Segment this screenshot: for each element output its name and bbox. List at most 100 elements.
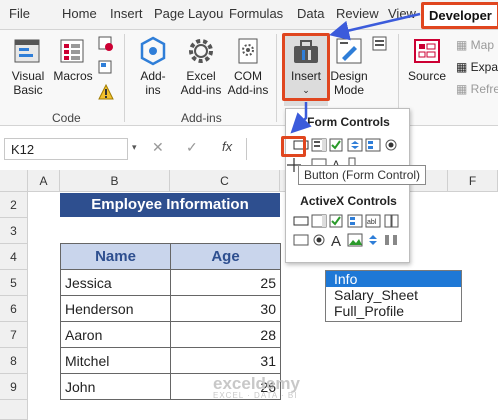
expansion-packs-label: Expa: [470, 60, 498, 74]
listbox-item[interactable]: Full_Profile: [326, 303, 461, 319]
row-header-10[interactable]: [0, 400, 28, 420]
row-header-8[interactable]: 8: [0, 348, 28, 374]
tab-data[interactable]: Data: [297, 6, 324, 21]
excel-addins-button[interactable]: Excel Add-ins: [178, 36, 224, 97]
row-header-4[interactable]: 4: [0, 244, 28, 270]
row-header-3[interactable]: 3: [0, 218, 28, 244]
tab-review[interactable]: Review: [336, 6, 379, 21]
tab-page-layout[interactable]: Page Layou: [154, 6, 223, 21]
cell-name[interactable]: John: [60, 373, 171, 400]
source-label: Source: [407, 69, 447, 83]
activex-spin-button-icon[interactable]: [365, 233, 381, 247]
macros-label: Macros: [53, 69, 93, 83]
activex-scroll-bar-icon[interactable]: [383, 214, 399, 228]
insert-function-icon[interactable]: fx: [222, 139, 232, 154]
formula-bar: K12 ▾ ✕ ✓ fx: [0, 134, 498, 164]
refresh-data-button[interactable]: ▦ Refre: [456, 82, 498, 96]
activex-option-button-icon[interactable]: [311, 233, 327, 247]
macros-button[interactable]: Macros: [52, 36, 94, 83]
activex-text-box-icon[interactable]: abl: [365, 214, 381, 228]
activex-button-icon[interactable]: [293, 214, 309, 228]
cell-age[interactable]: 30: [170, 295, 281, 322]
row-header-5[interactable]: 5: [0, 270, 28, 296]
gear-icon: [189, 39, 213, 63]
cell-name[interactable]: Jessica: [60, 269, 171, 296]
enter-icon[interactable]: ✓: [186, 139, 198, 156]
table-row: Aaron 28: [60, 321, 281, 348]
insert-highlight-box: [282, 33, 330, 101]
header-name[interactable]: Name: [60, 243, 171, 270]
relative-references-icon[interactable]: [98, 60, 114, 76]
sheet-listbox[interactable]: Info Salary_Sheet Full_Profile: [325, 270, 462, 322]
cell-age[interactable]: 25: [170, 269, 281, 296]
activex-toggle-button-icon[interactable]: [293, 233, 309, 247]
cell-name[interactable]: Mitchel: [60, 347, 171, 374]
addins-group-label: Add-ins: [181, 111, 222, 125]
column-header-a[interactable]: A: [28, 170, 60, 192]
more-controls-icon[interactable]: [383, 233, 399, 247]
visual-basic-button[interactable]: Visual Basic: [8, 36, 48, 97]
design-mode-button[interactable]: Design Mode: [330, 36, 368, 97]
xml-source-icon: [414, 39, 440, 63]
listbox-item-selected[interactable]: Info: [326, 271, 461, 287]
cell-age[interactable]: 31: [170, 347, 281, 374]
activex-list-box-icon[interactable]: [347, 214, 363, 228]
activex-checkbox-icon[interactable]: [329, 214, 345, 228]
table-row: Mitchel 31: [60, 347, 281, 374]
listbox-item[interactable]: Salary_Sheet: [326, 287, 461, 303]
tab-home[interactable]: Home: [62, 6, 97, 21]
row-header-6[interactable]: 6: [0, 296, 28, 322]
code-group-label: Code: [52, 111, 81, 125]
tab-view[interactable]: View: [388, 6, 416, 21]
design-mode-icon: [336, 38, 362, 64]
column-header-c[interactable]: C: [170, 170, 280, 192]
ribbon-tabs: File Home Insert Page Layou Formulas Dat…: [0, 0, 498, 30]
macro-security-icon[interactable]: [98, 84, 114, 100]
form-controls-header: Form Controls: [307, 115, 390, 129]
activex-label-icon[interactable]: A: [329, 233, 345, 247]
com-addins-icon: [238, 38, 258, 64]
cell-age[interactable]: 28: [170, 321, 281, 348]
cell-name[interactable]: Aaron: [60, 321, 171, 348]
tab-formulas[interactable]: Formulas: [229, 6, 283, 21]
button-control-highlight-box: [281, 136, 306, 157]
tab-developer[interactable]: Developer: [421, 2, 498, 29]
activex-controls-header: ActiveX Controls: [300, 194, 397, 208]
cancel-icon[interactable]: ✕: [152, 139, 164, 156]
map-properties-button[interactable]: ▦ Map: [456, 38, 494, 52]
source-button[interactable]: Source: [404, 36, 450, 83]
tab-file[interactable]: File: [9, 6, 30, 21]
row-header-2[interactable]: 2: [0, 192, 28, 218]
select-all-corner[interactable]: [0, 170, 28, 192]
refresh-data-label: Refre: [470, 82, 498, 96]
watermark-tagline: EXCEL · DATA · BI: [213, 391, 298, 400]
control-tooltip: Button (Form Control): [298, 165, 427, 185]
record-macro-icon[interactable]: [98, 36, 114, 52]
visual-basic-label: Visual Basic: [11, 69, 45, 97]
svg-text:abl: abl: [367, 219, 377, 226]
table-row: Henderson 30: [60, 295, 281, 322]
tab-insert[interactable]: Insert: [110, 6, 143, 21]
name-box[interactable]: K12: [4, 138, 128, 160]
cell-name[interactable]: Henderson: [60, 295, 171, 322]
visual-basic-icon: [14, 39, 40, 63]
checkbox-control-icon[interactable]: [329, 138, 345, 152]
addins-button[interactable]: Add- ins: [134, 36, 172, 97]
column-header-f[interactable]: F: [448, 170, 498, 192]
spin-button-control-icon[interactable]: [347, 138, 363, 152]
sheet-title[interactable]: Employee Information: [60, 193, 280, 217]
activex-image-icon[interactable]: [347, 233, 363, 247]
activex-combo-box-icon[interactable]: [311, 214, 327, 228]
column-header-b[interactable]: B: [60, 170, 170, 192]
row-header-7[interactable]: 7: [0, 322, 28, 348]
properties-icon[interactable]: [372, 36, 388, 52]
row-header-9[interactable]: 9: [0, 374, 28, 400]
name-box-dropdown-icon[interactable]: ▾: [132, 142, 137, 153]
addins-label: Add- ins: [140, 69, 166, 97]
header-age[interactable]: Age: [170, 243, 281, 270]
combo-box-control-icon[interactable]: [311, 138, 327, 152]
option-button-control-icon[interactable]: [383, 138, 399, 152]
com-addins-button[interactable]: COM Add-ins: [226, 36, 270, 97]
expansion-packs-button[interactable]: ▦ Expa: [456, 60, 498, 74]
list-box-control-icon[interactable]: [365, 138, 381, 152]
